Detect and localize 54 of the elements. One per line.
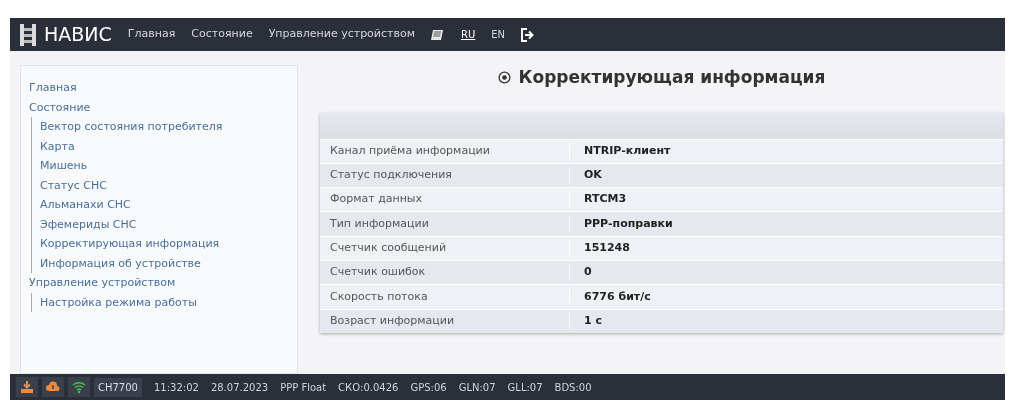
table-cell-text: OK — [583, 167, 602, 184]
sidebar-item[interactable]: Настройка режима работы — [40, 292, 289, 312]
sidebar-item[interactable]: Корректирующая информация — [40, 234, 289, 254]
sidebar-item[interactable]: Управление устройством — [29, 273, 289, 293]
table-cell: Возраст информации — [320, 312, 570, 330]
sidebar-item[interactable]: Карта — [40, 136, 289, 156]
page-title: Корректирующая информация — [518, 66, 826, 89]
table-cell: Счетчик сообщений — [320, 240, 570, 257]
table-cell-text: 0 — [583, 264, 592, 281]
logout-icon[interactable] — [521, 27, 536, 42]
status-text: 11:32:02 — [153, 380, 199, 395]
table-cell-text: 1 с — [583, 312, 602, 329]
logo-icon — [20, 23, 36, 46]
status-text: PPP Float — [280, 380, 327, 395]
nav-link[interactable]: Главная — [127, 26, 176, 43]
download-button[interactable] — [16, 377, 38, 397]
nav-link[interactable]: Состояние — [191, 26, 253, 43]
sidebar-item[interactable]: Информация об устройстве — [40, 253, 289, 273]
status-text: GLN:07 — [458, 380, 496, 395]
table-cell-text: 151248 — [583, 240, 630, 257]
wifi-icon — [72, 380, 86, 394]
table-cell-text: NTRIP-клиент — [583, 142, 671, 159]
brand-name: НАВИС — [44, 22, 112, 48]
target-icon — [497, 71, 511, 85]
status-text: СКО:0.0426 — [338, 380, 399, 395]
download-icon — [20, 380, 34, 394]
sidebar-item[interactable]: Главная — [29, 78, 289, 98]
table-cell: Тип информации — [320, 215, 570, 233]
language-link[interactable]: RU — [460, 27, 476, 42]
nav-link[interactable]: Управление устройством — [268, 26, 415, 43]
status-text: BDS:00 — [554, 380, 592, 395]
table-cell-text: 6776 бит/с — [583, 288, 651, 305]
sidebar-item[interactable]: Эфемериды СНС — [40, 214, 289, 234]
table-cell: Формат данных — [320, 191, 570, 208]
table-cell: Скорость потока — [320, 288, 570, 306]
language-link[interactable]: EN — [491, 27, 506, 42]
sidebar-item[interactable]: Статус СНС — [40, 175, 289, 195]
device-name: CH7700 — [94, 377, 142, 397]
table-cell-text: PPP-поправки — [583, 215, 673, 232]
table-cell: Статус подключения — [320, 167, 570, 184]
book-icon[interactable] — [430, 28, 445, 41]
wifi-button[interactable] — [68, 377, 90, 397]
status-text: GPS:06 — [410, 380, 447, 395]
cloud-button[interactable] — [42, 377, 64, 397]
table-cell: Счетчик ошибок — [320, 264, 570, 281]
status-text: GLL:07 — [507, 380, 543, 395]
sidebar-item[interactable]: Мишень — [40, 156, 289, 176]
table-cell: Канал приёма информации — [320, 142, 570, 160]
cloud-icon — [46, 380, 60, 394]
sidebar-item[interactable]: Альманахи СНС — [40, 195, 289, 215]
sidebar-item[interactable]: Состояние — [29, 97, 289, 117]
sidebar-item[interactable]: Вектор состояния потребителя — [40, 117, 289, 137]
table-cell-text: RTCM3 — [583, 191, 627, 208]
status-text: 28.07.2023 — [210, 380, 269, 395]
